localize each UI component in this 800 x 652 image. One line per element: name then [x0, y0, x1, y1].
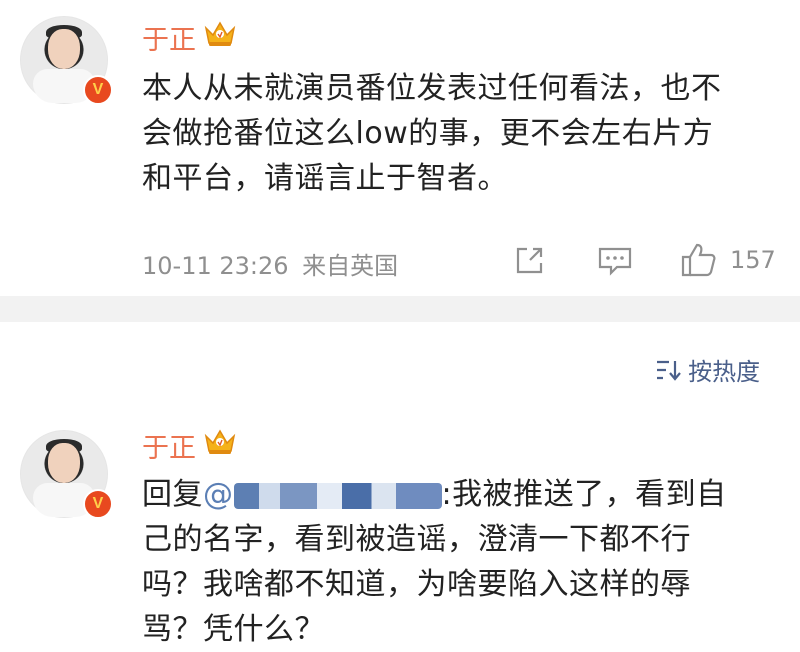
sort-by-hot-button[interactable]: 按热度 [655, 352, 761, 386]
mention-link[interactable]: @ [203, 477, 442, 512]
post-text-line: 会做抢番位这么low的事，更不会左右片方 [142, 116, 714, 151]
reply-text-after-mention: :我被推送了，看到自 [441, 477, 727, 512]
like-icon[interactable] [680, 242, 716, 278]
reply-text-line: 骂？凭什么？ [142, 612, 325, 647]
mention-at: @ [203, 477, 234, 512]
like-count: 157 [730, 246, 776, 274]
sort-icon [655, 358, 683, 382]
reply-prefix: 回复 [142, 477, 203, 512]
post-text: 本人从未就演员番位发表过任何看法，也不 会做抢番位这么low的事，更不会左右片方… [142, 66, 792, 201]
comment-icon[interactable] [597, 245, 633, 277]
post-meta: 10-11 23:26 来自英国 [142, 246, 398, 281]
blurred-username [233, 482, 442, 509]
sort-label: 按热度 [688, 358, 761, 386]
post-timestamp: 10-11 23:26 [142, 252, 289, 280]
author-name[interactable]: 于正 [142, 18, 196, 57]
reply-author-name[interactable]: 于正 [142, 426, 196, 465]
verified-badge: V [83, 489, 113, 519]
reply-text-line: 己的名字，看到被造谣，澄清一下都不行 [142, 522, 691, 557]
crown-icon [203, 18, 237, 48]
post-text-line: 本人从未就演员番位发表过任何看法，也不 [142, 71, 722, 106]
reply-text: 回复@ :我被推送了，看到自 己的名字，看到被造谣，澄清一下都不行 吗？我啥都不知… [142, 472, 792, 652]
post-source: 来自英国 [302, 252, 399, 280]
crown-icon [203, 426, 237, 456]
reply-text-line: 回复@ :我被推送了，看到自 [142, 472, 792, 517]
reply-author-avatar[interactable]: V [20, 430, 113, 519]
share-icon[interactable] [512, 244, 546, 278]
post-text-line: 和平台，请谣言止于智者。 [142, 161, 508, 196]
reply-text-line: 吗？我啥都不知道，为啥要陷入这样的辱 [142, 567, 691, 602]
verified-badge: V [83, 75, 113, 105]
section-divider [0, 296, 800, 322]
author-avatar[interactable]: V [20, 16, 113, 105]
